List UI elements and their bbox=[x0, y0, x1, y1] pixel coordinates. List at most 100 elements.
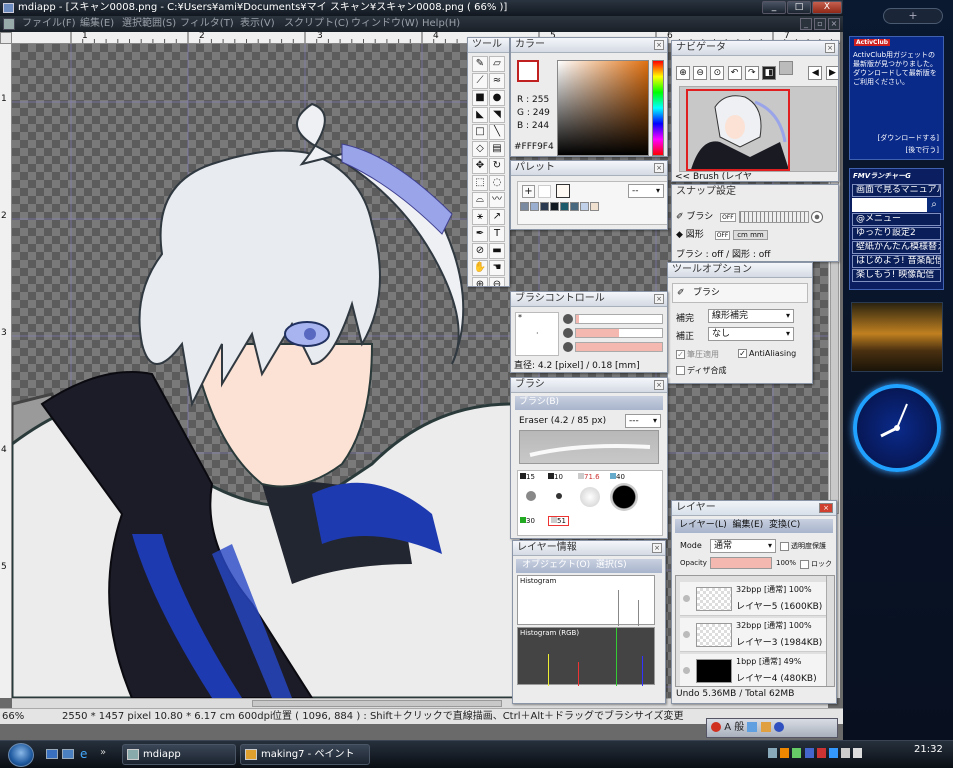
opacity-slider[interactable] bbox=[710, 557, 772, 569]
correction-select[interactable]: なし bbox=[708, 327, 794, 341]
visibility-eye-icon[interactable] bbox=[683, 667, 690, 674]
switch-windows-icon[interactable] bbox=[62, 749, 74, 759]
rotate-tool-icon[interactable]: ↻ bbox=[489, 158, 505, 174]
tray-icon[interactable] bbox=[804, 748, 814, 758]
close-icon[interactable]: × bbox=[825, 43, 835, 53]
maximize-button[interactable]: □ bbox=[787, 1, 811, 14]
brush-tab[interactable]: ブラシ(B) bbox=[515, 396, 663, 410]
alpha-protect-checkbox[interactable] bbox=[780, 541, 789, 551]
brush-preset-51[interactable]: 51 bbox=[548, 516, 569, 526]
hand-tool-icon[interactable]: ✋ bbox=[472, 260, 488, 276]
hand2-tool-icon[interactable]: ☚ bbox=[489, 260, 505, 276]
fmv-item-manual[interactable]: 画面で見るマニュアル bbox=[852, 184, 941, 197]
tab-selection[interactable]: 選択(S) bbox=[596, 560, 627, 570]
mdi-restore-button[interactable]: ▫ bbox=[814, 18, 826, 30]
blank-swatch-button[interactable] bbox=[538, 185, 551, 198]
visibility-eye-icon[interactable] bbox=[683, 631, 690, 638]
ellipse-fill-tool-icon[interactable]: ● bbox=[489, 90, 505, 106]
later-link[interactable]: [後で行う] bbox=[906, 145, 939, 155]
antialiasing-checkbox[interactable]: ✓ bbox=[738, 349, 747, 358]
layer-list-scrollbar[interactable] bbox=[826, 576, 834, 686]
rect-fill-tool-icon[interactable]: ■ bbox=[472, 90, 488, 106]
taskbar-clock[interactable]: 21:32 bbox=[914, 744, 943, 755]
close-icon[interactable]: × bbox=[654, 163, 664, 173]
search-icon[interactable]: ⌕ bbox=[927, 198, 941, 212]
zoom-in-tool-icon[interactable]: ⊕ bbox=[472, 277, 488, 286]
rect-tool-icon[interactable]: □ bbox=[472, 124, 488, 140]
volume-icon[interactable] bbox=[853, 748, 863, 758]
title-bar[interactable]: mdiapp - [スキャン0008.png - C:¥Users¥ami¥Do… bbox=[0, 0, 843, 16]
fmv-search-input[interactable]: ⌕ bbox=[852, 198, 941, 212]
ie-icon[interactable]: e bbox=[80, 747, 92, 761]
zoom-out-tool-icon[interactable]: ⊖ bbox=[489, 277, 505, 286]
clock-gadget[interactable] bbox=[853, 384, 941, 472]
fmv-item-wallpaper[interactable]: 壁紙かんたん模様替え bbox=[852, 241, 941, 254]
text-tool-icon[interactable]: T bbox=[489, 226, 505, 242]
close-button[interactable]: X bbox=[812, 1, 842, 14]
brush-preset-71[interactable]: 71.6 bbox=[578, 473, 600, 481]
close-icon[interactable]: × bbox=[654, 380, 664, 390]
antialiasing-option[interactable]: ✓ AntiAliasing bbox=[738, 349, 796, 358]
rotate-left-icon[interactable]: ↶ bbox=[727, 66, 742, 80]
pressure-option[interactable]: ✓ 筆圧適用 bbox=[676, 349, 719, 360]
mdi-close-button[interactable]: × bbox=[828, 18, 840, 30]
menu-help[interactable]: Help(H) bbox=[422, 16, 460, 32]
line-tool-icon[interactable]: ╲ bbox=[489, 124, 505, 140]
zoom-in-icon[interactable]: ⊕ bbox=[676, 66, 690, 80]
menu-select[interactable]: 選択範囲(S) bbox=[122, 16, 176, 32]
brush-preset-15[interactable]: 15 bbox=[520, 473, 535, 481]
flip-icon[interactable]: ◧ bbox=[761, 66, 776, 80]
current-color-swatch[interactable] bbox=[556, 184, 570, 198]
saturation-value-picker[interactable] bbox=[557, 60, 649, 156]
download-link[interactable]: [ダウンロードする] bbox=[878, 133, 939, 143]
brush-tool-icon[interactable]: ⟋ bbox=[472, 73, 488, 89]
fmv-item-menu[interactable]: @メニュー bbox=[852, 213, 941, 226]
tab-object[interactable]: オブジェクト(O) bbox=[522, 560, 590, 570]
foreground-color-swatch[interactable] bbox=[517, 60, 539, 82]
select-rect-tool-icon[interactable]: ⬚ bbox=[472, 175, 488, 191]
tray-icon[interactable] bbox=[780, 748, 790, 758]
snap-shape-off-toggle[interactable]: OFF bbox=[714, 231, 731, 240]
select-ellipse-tool-icon[interactable]: ◌ bbox=[489, 175, 505, 191]
brush-preset-10[interactable]: 10 bbox=[548, 473, 563, 481]
palette-swatch[interactable] bbox=[530, 202, 539, 211]
close-icon[interactable]: × bbox=[652, 543, 662, 553]
palette-swatch[interactable] bbox=[560, 202, 569, 211]
close-icon[interactable]: × bbox=[819, 503, 833, 513]
menu-layer[interactable]: レイヤー(L) bbox=[679, 520, 727, 530]
interpolation-select[interactable]: 線形補完 bbox=[708, 309, 794, 323]
layer-row[interactable]: 32bpp [通常] 100% レイヤー5 (1600KB) bbox=[680, 582, 830, 616]
brush-size-slider[interactable] bbox=[575, 314, 663, 324]
reset-view-icon[interactable] bbox=[779, 61, 794, 75]
brush-density-slider[interactable] bbox=[575, 342, 663, 352]
scroll-thumb[interactable] bbox=[252, 700, 502, 707]
menu-layer-convert[interactable]: 変換(C) bbox=[769, 520, 800, 530]
brush-opacity-slider[interactable] bbox=[575, 328, 663, 338]
lasso-fill-tool-icon[interactable]: ◥ bbox=[489, 107, 505, 123]
blend-mode-select[interactable]: 通常 bbox=[710, 539, 776, 553]
menu-window[interactable]: ウィンドウ(W) bbox=[351, 16, 419, 32]
minimize-button[interactable]: _ bbox=[762, 1, 786, 14]
poly-fill-tool-icon[interactable]: ◣ bbox=[472, 107, 488, 123]
snap-brush-off-toggle[interactable]: OFF bbox=[720, 213, 736, 222]
select-pen-tool-icon[interactable]: ↗ bbox=[489, 209, 505, 225]
pressure-checkbox[interactable]: ✓ bbox=[676, 350, 685, 359]
snap-circle-icon[interactable] bbox=[811, 210, 824, 223]
mdi-minimize-button[interactable]: _ bbox=[800, 18, 812, 30]
menu-view[interactable]: 表示(V) bbox=[240, 16, 275, 32]
menu-script[interactable]: スクリプト(C) bbox=[284, 16, 349, 32]
lock-checkbox[interactable] bbox=[800, 559, 809, 569]
navigator-preview[interactable] bbox=[679, 86, 837, 172]
zoom-fit-icon[interactable]: ⊙ bbox=[710, 66, 725, 80]
network-icon[interactable] bbox=[841, 748, 851, 758]
navigator-view-frame[interactable] bbox=[686, 89, 790, 171]
palette-dropdown[interactable]: -- bbox=[628, 184, 664, 198]
ime-mode[interactable]: A 般 bbox=[724, 722, 744, 733]
ime-pad-icon[interactable] bbox=[760, 722, 771, 732]
brush-preset-dropdown[interactable]: --- bbox=[625, 414, 661, 428]
help-icon[interactable] bbox=[773, 722, 784, 732]
fmv-item-video[interactable]: 楽しもう! 映像配信 bbox=[852, 269, 941, 282]
zoom-out-icon[interactable]: ⊖ bbox=[693, 66, 708, 80]
nav-next-icon[interactable]: ▶ bbox=[825, 66, 838, 80]
eyedropper-tool-icon[interactable]: ⊘ bbox=[472, 243, 488, 259]
